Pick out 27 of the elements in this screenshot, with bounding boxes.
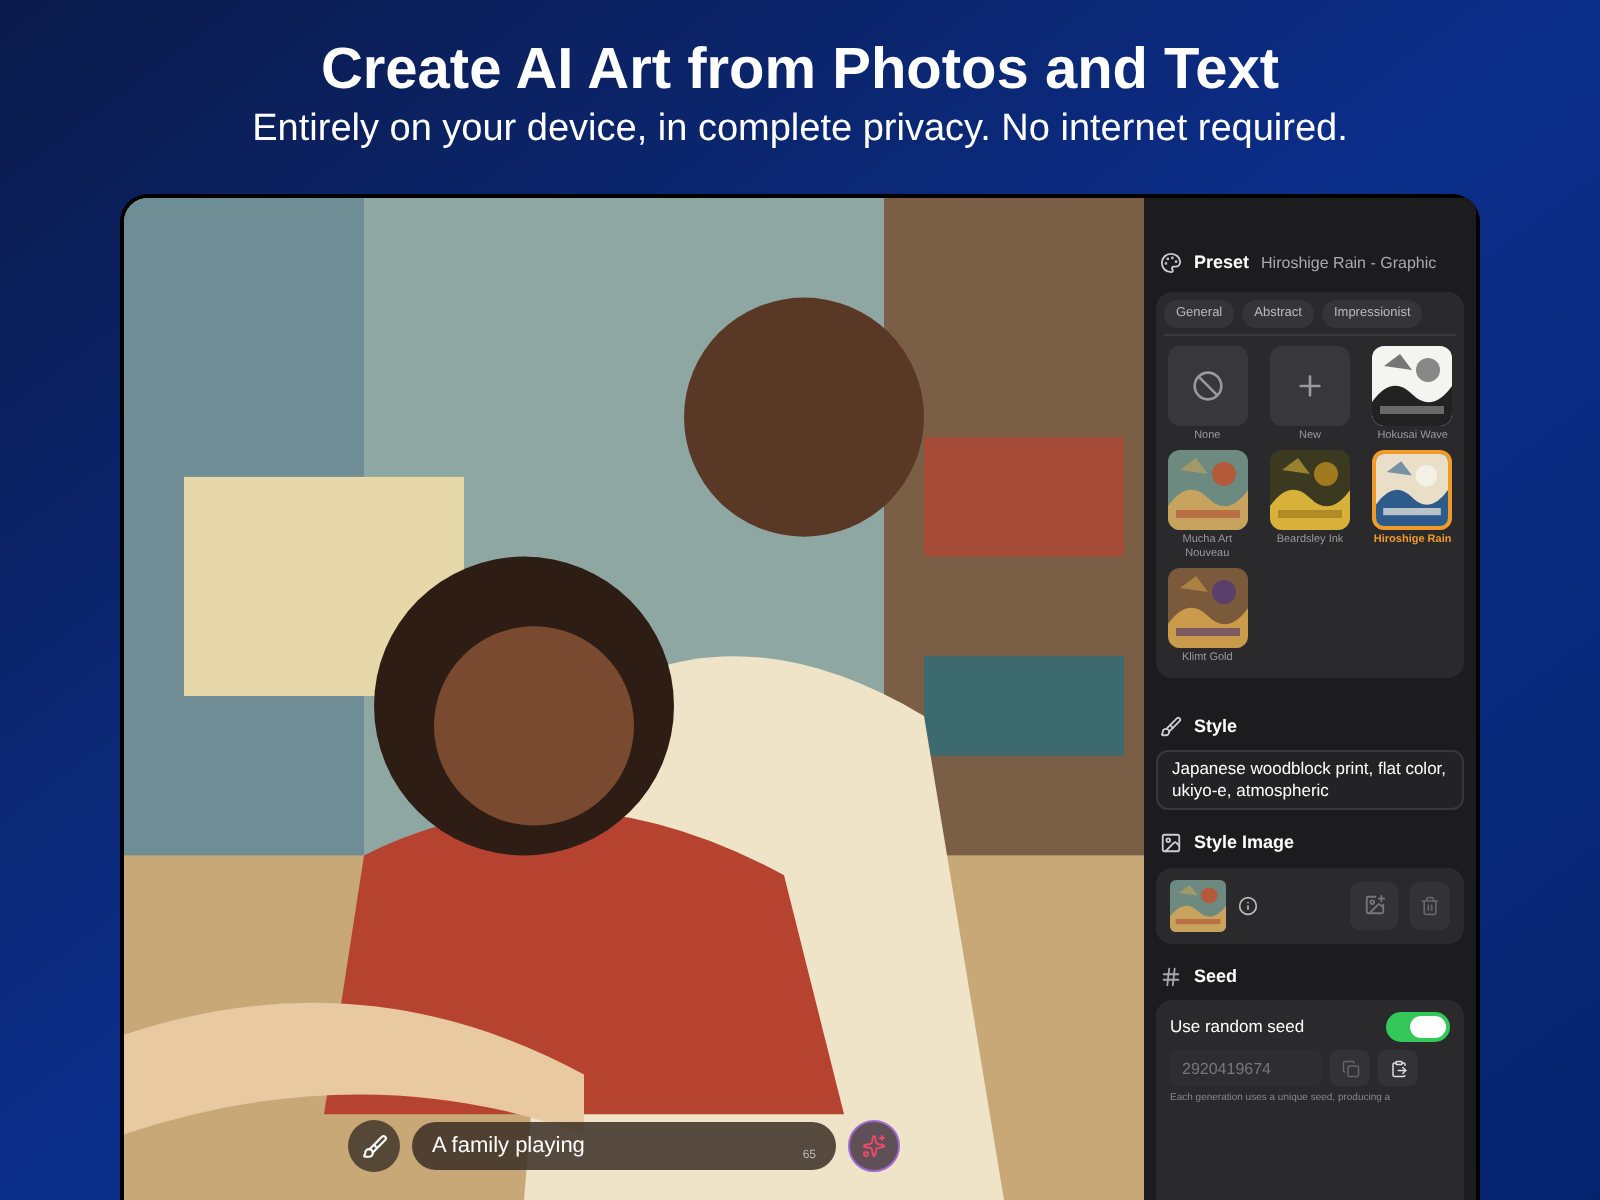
style-field[interactable]: Japanese woodblock print, flat color, ukiyo-e, atmospheric (1156, 750, 1464, 810)
prompt-input[interactable]: A family playing (432, 1129, 772, 1163)
image-plus-icon (1363, 894, 1385, 916)
paste-button[interactable] (1378, 1050, 1418, 1086)
preset-name: Hiroshige Rain - Graphic (1261, 251, 1437, 276)
palette-icon (1160, 252, 1182, 275)
replace-image-button[interactable] (1350, 881, 1398, 929)
copy-icon (1341, 1059, 1359, 1077)
random-seed-switch[interactable] (1386, 1012, 1450, 1042)
brush-icon (1160, 715, 1182, 738)
info-icon[interactable] (1238, 895, 1258, 915)
hash-icon (1160, 965, 1182, 988)
section-title: Style (1194, 713, 1238, 740)
plus-icon (1293, 369, 1326, 401)
brush-icon (361, 1133, 387, 1159)
section-title: Style Image (1194, 830, 1295, 856)
sparkles-icon (862, 1134, 886, 1158)
image-icon (1160, 832, 1182, 855)
trash-icon (1420, 895, 1440, 915)
section-title: Seed (1194, 963, 1238, 989)
none-icon (1191, 369, 1224, 401)
paste-icon (1389, 1059, 1407, 1077)
delete-button[interactable] (1410, 881, 1450, 929)
toggle-label: Use random seed (1170, 1014, 1305, 1040)
section-title: Preset (1194, 250, 1250, 276)
headline: Create AI Art from Photos and Text (320, 36, 1280, 104)
subheadline: Entirely on your device, in complete privacy. No internet required. (252, 106, 1348, 154)
